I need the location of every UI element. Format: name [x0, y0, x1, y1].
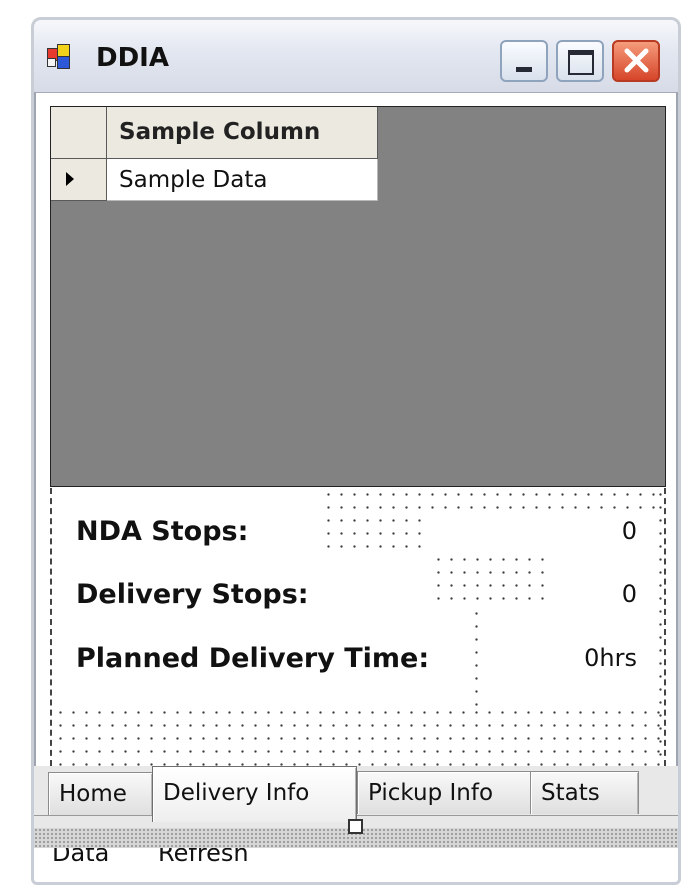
minimize-icon — [516, 67, 532, 72]
delivery-stops-value: 0 — [621, 580, 637, 608]
dot-grid — [322, 514, 430, 553]
planned-delivery-time-label: Planned Delivery Time: — [76, 643, 430, 674]
tab-delivery-info[interactable]: Delivery Info — [152, 766, 357, 822]
row-selector[interactable] — [51, 159, 107, 201]
main-window: DDIA Sample Column Sample Data NDA Stops… — [31, 17, 681, 885]
bottom-toolbar: Data Refresh — [34, 848, 678, 882]
dot-grid — [654, 488, 662, 766]
app-icon — [47, 44, 77, 69]
maximize-icon — [568, 50, 594, 75]
planned-delivery-time-value: 0hrs — [584, 644, 637, 672]
minimize-button[interactable] — [500, 40, 548, 82]
data-grid[interactable]: Sample Column Sample Data — [50, 106, 666, 487]
tab-home[interactable]: Home — [48, 772, 153, 815]
data-label[interactable]: Data — [52, 848, 109, 867]
resize-handle[interactable] — [348, 819, 363, 834]
nda-stops-value: 0 — [621, 517, 637, 545]
window-title: DDIA — [96, 43, 169, 73]
refresh-label[interactable]: Refresh — [158, 848, 249, 867]
sample-data-cell[interactable]: Sample Data — [107, 159, 378, 201]
nda-stops-label: NDA Stops: — [76, 516, 249, 547]
sample-column-header[interactable]: Sample Column — [107, 107, 378, 159]
row-arrow-icon — [66, 172, 74, 186]
tab-pickup-info[interactable]: Pickup Info — [357, 771, 532, 814]
delivery-stops-label: Delivery Stops: — [76, 579, 309, 610]
dot-grid — [432, 553, 546, 607]
dot-grid — [322, 488, 660, 513]
grid-corner-cell[interactable] — [51, 107, 107, 159]
delivery-stats-panel: NDA Stops: 0 Delivery Stops: 0 Planned D… — [50, 488, 666, 766]
title-bar[interactable]: DDIA — [34, 20, 678, 93]
dot-grid — [470, 607, 480, 706]
close-button[interactable] — [612, 40, 660, 82]
dot-grid — [54, 706, 660, 766]
maximize-button[interactable] — [556, 40, 604, 82]
tab-stats[interactable]: Stats — [530, 771, 639, 814]
close-icon — [624, 48, 649, 73]
